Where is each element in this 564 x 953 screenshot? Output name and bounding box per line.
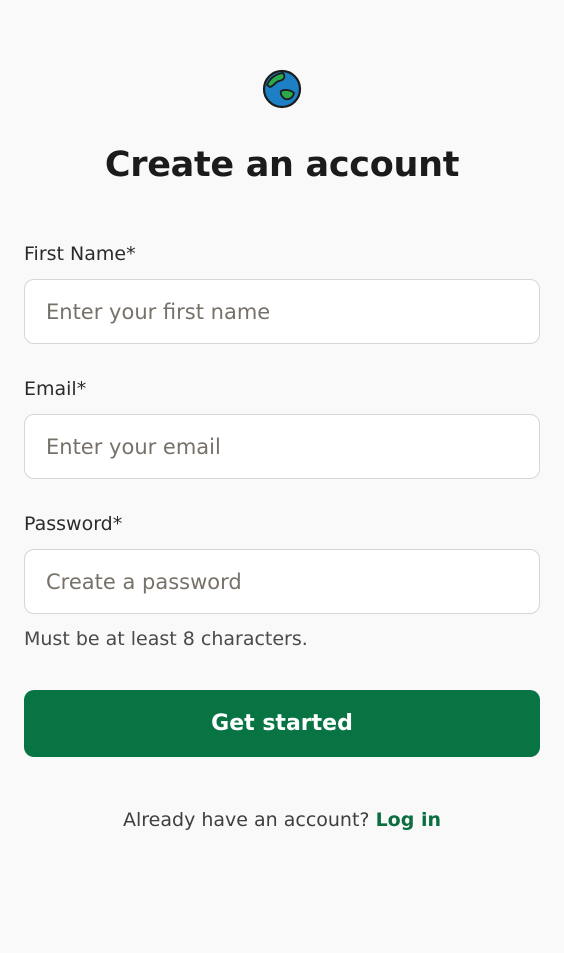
first-name-label: First Name*	[24, 243, 136, 265]
login-prompt: Already have an account? Log in	[0, 807, 564, 833]
password-input[interactable]	[24, 549, 540, 614]
password-hint: Must be at least 8 characters.	[24, 628, 308, 650]
page-title: Create an account	[104, 145, 460, 185]
login-link[interactable]: Log in	[376, 809, 441, 831]
get-started-button[interactable]: Get started	[24, 690, 540, 757]
email-input[interactable]	[24, 414, 540, 479]
logo	[262, 69, 302, 109]
first-name-input[interactable]	[24, 279, 540, 344]
email-label: Email*	[24, 378, 87, 400]
login-prompt-text: Already have an account?	[123, 809, 370, 831]
password-label: Password*	[24, 513, 123, 535]
globe-icon	[262, 69, 302, 109]
